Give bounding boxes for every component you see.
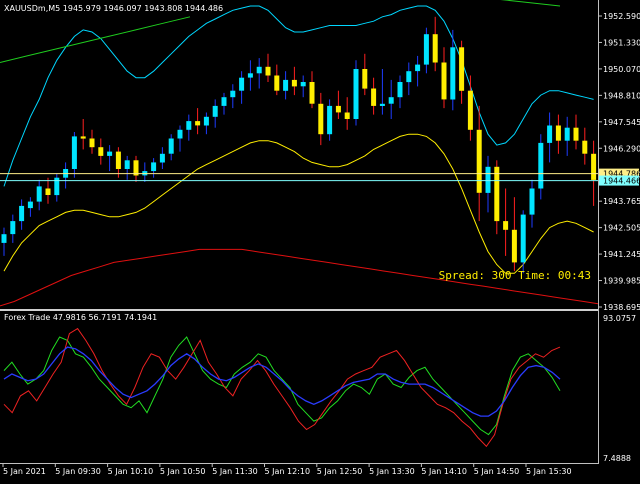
price-tick-label: 1938.695: [603, 303, 640, 312]
candle-body: [71, 136, 77, 169]
main-chart-title: XAUUSDm,M5 1945.979 1946.097 1943.808 19…: [4, 4, 223, 13]
candle-body: [432, 34, 438, 63]
price-tick-label: 1950.070: [603, 65, 640, 74]
candle-body: [397, 82, 403, 98]
candle-body: [239, 77, 245, 91]
candle-body: [283, 79, 289, 91]
candle-body: [274, 75, 280, 91]
spread-time-label: Spread: 300 Time: 00:43: [439, 269, 591, 282]
price-tick-label: 1952.590: [603, 12, 640, 21]
candle-body: [353, 69, 359, 119]
candle-body: [151, 162, 157, 172]
pane-separator[interactable]: [0, 309, 598, 311]
candle-body: [511, 229, 517, 263]
time-tick-label: 5 Jan 13:30: [369, 467, 415, 476]
price-tick-label: 1946.290: [603, 144, 640, 153]
mt-chart-window[interactable]: XAUUSDm,M5 1945.979 1946.097 1943.808 19…: [0, 0, 640, 480]
candle-body: [98, 147, 104, 156]
candle-body: [265, 66, 271, 76]
candle-body: [291, 79, 297, 87]
candle-body: [415, 64, 421, 72]
candle-body: [186, 121, 192, 130]
candle-body: [318, 103, 324, 135]
candle-body: [89, 138, 95, 148]
candle-body: [124, 160, 130, 169]
candle-body: [1, 234, 7, 243]
time-tick-label: 5 Jan 14:50: [474, 467, 520, 476]
candle-body: [221, 97, 227, 106]
candle-body: [309, 82, 315, 104]
candle-body: [450, 47, 456, 100]
candle-body: [203, 116, 209, 126]
candle-body: [27, 201, 33, 209]
candle-body: [555, 125, 561, 141]
price-tick-label: 1943.765: [603, 197, 640, 206]
candle-body: [441, 62, 447, 100]
price-tick-label: 1939.985: [603, 277, 640, 286]
candle-body: [388, 97, 394, 104]
candle-body: [327, 105, 333, 135]
oscillator-tick-label: 7.4888: [603, 454, 631, 463]
time-tick-label: 5 Jan 14:10: [421, 467, 467, 476]
candle-body: [344, 112, 350, 119]
time-tick-label: 5 Jan 10:10: [108, 467, 154, 476]
candle-body: [247, 73, 253, 78]
candle-body: [362, 69, 368, 89]
candle-body: [520, 214, 526, 263]
candle-body: [45, 188, 51, 195]
candle-body: [107, 151, 113, 156]
candle-body: [379, 103, 385, 106]
candle-body: [335, 105, 341, 113]
time-tick-label: 5 Jan 09:30: [55, 467, 101, 476]
candle-body: [195, 121, 201, 126]
candle-body: [115, 151, 121, 169]
oscillator-tick-label: 93.0757: [603, 314, 636, 323]
candle-body: [36, 186, 42, 202]
time-tick-label: 5 Jan 2021: [3, 467, 46, 476]
time-tick-label: 5 Jan 10:50: [160, 467, 206, 476]
candle-body: [177, 129, 183, 139]
candle-body: [538, 142, 544, 189]
time-tick-label: 5 Jan 12:10: [265, 467, 311, 476]
candle-body: [485, 166, 491, 193]
candle-body: [212, 105, 218, 117]
candle-body: [547, 125, 553, 143]
candle-body: [529, 188, 535, 215]
candle-body: [230, 90, 236, 98]
candle-body: [467, 90, 473, 130]
time-tick-label: 5 Jan 12:50: [317, 467, 363, 476]
candle-body: [300, 82, 306, 87]
candle-body: [159, 153, 165, 163]
candle-body: [10, 221, 16, 235]
candle-body: [459, 47, 465, 91]
price-tick-label: 1942.505: [603, 224, 640, 233]
chart-background: [0, 0, 640, 480]
candle-body: [371, 88, 377, 106]
candle-body: [256, 66, 262, 74]
candle-body: [80, 136, 86, 139]
price-tick-label: 1947.545: [603, 118, 640, 127]
candle-body: [423, 34, 429, 65]
price-tick-label: 1948.810: [603, 91, 640, 100]
oscillator-title: Forex Trade 47.9816 56.7191 74.1941: [4, 313, 157, 322]
candle-body: [582, 140, 588, 154]
time-tick-label: 5 Jan 15:30: [526, 467, 572, 476]
candle-body: [19, 205, 25, 222]
candle-body: [406, 71, 412, 83]
price-tick-label: 1951.330: [603, 38, 640, 47]
candle-body: [591, 153, 597, 180]
candle-body: [168, 138, 174, 154]
candle-body: [494, 166, 500, 222]
candle-body: [573, 127, 579, 141]
candle-body: [564, 127, 570, 141]
time-tick-label: 5 Jan 11:30: [212, 467, 258, 476]
candle-body: [476, 129, 482, 193]
price-tick-label: 1941.245: [603, 250, 640, 259]
candle-body: [503, 221, 509, 230]
ask-price-badge-label: 1944.466: [603, 177, 640, 186]
